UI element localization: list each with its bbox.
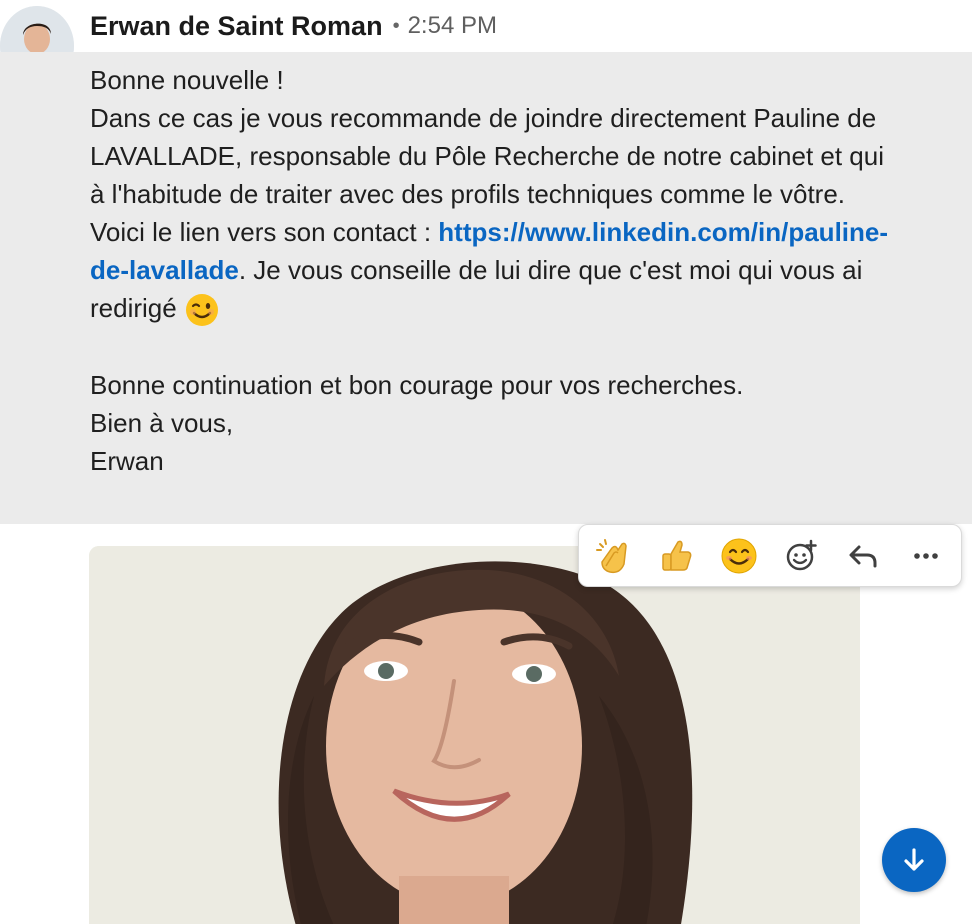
conversation-view: Erwan de Saint Roman • 2:54 PM Bonne nou… xyxy=(0,0,972,924)
more-icon[interactable] xyxy=(900,530,952,582)
reaction-toolbar xyxy=(578,524,962,587)
sender-name[interactable]: Erwan de Saint Roman xyxy=(90,11,383,42)
arrow-down-icon xyxy=(904,848,924,871)
portrait-image xyxy=(89,546,860,924)
clapping-hands-emoji[interactable] xyxy=(588,530,640,582)
smiling-face-emoji[interactable] xyxy=(713,530,765,582)
header-separator: • xyxy=(392,14,400,37)
message-header: Erwan de Saint Roman • 2:54 PM xyxy=(90,8,497,44)
message-text-outro: Bonne continuation et bon courage pour v… xyxy=(90,370,744,477)
reply-icon[interactable] xyxy=(837,530,889,582)
add-reaction-icon[interactable] xyxy=(775,530,827,582)
thumbs-up-emoji[interactable] xyxy=(650,530,702,582)
scroll-to-bottom-button[interactable] xyxy=(882,828,946,892)
message-body: Bonne nouvelle ! Dans ce cas je vous rec… xyxy=(90,61,890,480)
message-timestamp: 2:54 PM xyxy=(407,12,497,39)
winking-face-emoji xyxy=(184,292,220,328)
attached-photo[interactable] xyxy=(89,546,860,924)
